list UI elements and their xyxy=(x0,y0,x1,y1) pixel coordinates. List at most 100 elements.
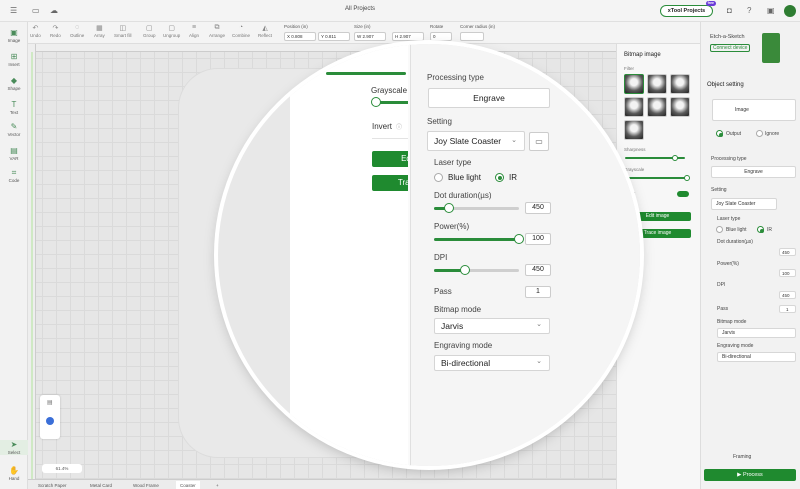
mag-blue-light-label: Blue light xyxy=(448,173,481,182)
ir-label: IR xyxy=(767,227,772,233)
invert-toggle[interactable] xyxy=(677,191,689,197)
dpi-input[interactable]: 450 xyxy=(779,291,796,299)
insert-icon: ⊞ xyxy=(10,52,18,61)
xtool-projects-button[interactable]: xTool Projects free xyxy=(660,1,716,17)
sidebar-item-var[interactable]: ▤ VAR xyxy=(0,146,28,161)
filter-thumb-5[interactable] xyxy=(647,97,667,117)
connect-device-button[interactable]: Connect device xyxy=(710,44,751,52)
power-input[interactable]: 100 xyxy=(779,269,796,277)
blue-light-radio[interactable] xyxy=(716,226,723,233)
grayscale-knob[interactable] xyxy=(684,175,690,181)
mag-bitmap-mode-select[interactable]: Jarvis ⌄ xyxy=(434,318,550,334)
tab-scratch-paper[interactable]: Scratch Paper xyxy=(34,481,71,489)
help-icon[interactable]: ? xyxy=(747,6,751,15)
align-button[interactable]: ≡ Align xyxy=(189,24,199,38)
mag-dot-duration-input[interactable]: 450 xyxy=(525,202,551,214)
group-button[interactable]: ▢ Group xyxy=(143,24,156,38)
ungroup-button[interactable]: ▢ Ungroup xyxy=(163,24,180,38)
mag-power-knob[interactable] xyxy=(514,234,524,244)
window-title: All Projects xyxy=(344,6,375,12)
select-icon: ➤ xyxy=(10,440,18,449)
mag-grayscale-knob-left[interactable] xyxy=(371,97,381,107)
sidebar-item-insert[interactable]: ⊞ Insert xyxy=(0,52,28,67)
mag-power-label: Power(%) xyxy=(434,222,470,231)
sharpness-knob[interactable] xyxy=(672,155,678,161)
mag-pass-input[interactable]: 1 xyxy=(525,286,551,298)
mag-dpi-input[interactable]: 450 xyxy=(525,264,551,276)
sidebar-item-select[interactable]: ➤ Select xyxy=(0,440,28,455)
filter-thumb-2[interactable] xyxy=(647,74,667,94)
mag-laser-type-label: Laser type xyxy=(434,158,472,167)
undo-icon: ↶ xyxy=(32,25,39,32)
tab-coaster[interactable]: Coaster xyxy=(176,481,200,489)
position-x-input[interactable]: X 0.808 xyxy=(284,32,316,41)
smart-fill-button[interactable]: ◫ Smart fill xyxy=(114,24,132,38)
mag-sharpness-slider[interactable] xyxy=(326,72,406,75)
framing-button[interactable]: Framing xyxy=(733,454,751,460)
left-sidebar: ▣ Image ⊞ Insert ◆ Shape T Text ✎ Vector ▤ VAR… xyxy=(0,22,28,489)
magnifier-lens: Grayscale Invert ⓘ Edit image Trace imag… xyxy=(218,44,640,466)
process-button[interactable]: ▶ Process xyxy=(704,469,796,481)
color-dot-icon[interactable] xyxy=(46,417,54,425)
arrange-button[interactable]: ⧉ Arrange xyxy=(209,24,225,38)
filter-thumb-6[interactable] xyxy=(670,97,690,117)
sidebar-item-vector[interactable]: ✎ Vector xyxy=(0,122,28,137)
pass-input[interactable]: 1 xyxy=(779,305,796,313)
camera-icon[interactable]: ◘ xyxy=(727,6,732,15)
redo-button[interactable]: ↷ Redo xyxy=(50,24,61,38)
corner-radius-input[interactable] xyxy=(460,32,484,41)
setting-library-icon[interactable]: ▭ xyxy=(529,132,549,151)
mag-power-input[interactable]: 100 xyxy=(525,233,551,245)
width-input[interactable]: W 2.907 xyxy=(354,32,386,41)
sidebar-item-code[interactable]: ⌗ Code xyxy=(0,168,28,183)
rotate-input[interactable]: 0 xyxy=(430,32,452,41)
mag-dpi-knob[interactable] xyxy=(460,265,470,275)
output-label: Output xyxy=(726,131,742,137)
add-tab-button[interactable]: + xyxy=(212,481,223,489)
outline-button[interactable]: ◌ Outline xyxy=(70,24,84,38)
mag-ir-radio[interactable] xyxy=(495,173,504,182)
engraving-mode-select[interactable]: Bi-directional xyxy=(717,352,796,362)
zoom-value: 61.4% xyxy=(55,466,69,471)
right-panel: Etch-a-Sketch Connect device Object sett… xyxy=(700,22,800,489)
tab-metal-card[interactable]: Metal Card xyxy=(86,481,116,489)
text-icon: T xyxy=(11,100,17,109)
height-input[interactable]: H 2.907 xyxy=(392,32,424,41)
setting-select[interactable]: Joy Slate Coaster xyxy=(711,198,777,210)
size-label: Size (in) xyxy=(354,24,371,29)
sidebar-item-shape[interactable]: ◆ Shape xyxy=(0,76,28,91)
sidebar-item-hand[interactable]: ✋ Hand xyxy=(0,466,28,481)
mag-blue-light-radio[interactable] xyxy=(434,173,443,182)
undo-button[interactable]: ↶ Undo xyxy=(30,24,41,38)
sidebar-item-text[interactable]: T Text xyxy=(0,100,28,115)
avatar[interactable] xyxy=(784,5,796,17)
processing-type-value[interactable]: Engrave xyxy=(711,166,796,178)
title-bar: ☰ ▭ ☁ All Projects xTool Projects free ◘… xyxy=(0,0,800,22)
mag-power-slider[interactable] xyxy=(434,238,519,241)
output-radio[interactable] xyxy=(716,130,723,137)
layers-icon[interactable]: ▤ xyxy=(47,399,53,406)
filter-thumb-3[interactable] xyxy=(670,74,690,94)
var-icon: ▤ xyxy=(10,146,18,155)
dot-duration-input[interactable]: 450 xyxy=(779,248,796,256)
bitmap-mode-select[interactable]: Jarvis xyxy=(717,328,796,338)
zoom-control[interactable]: 61.4% xyxy=(42,464,82,473)
mag-processing-type-value[interactable]: Engrave xyxy=(428,88,550,108)
info-icon[interactable]: ⓘ xyxy=(396,122,402,131)
ir-radio[interactable] xyxy=(757,226,764,233)
mag-setting-select[interactable]: Joy Slate Coaster ⌄ xyxy=(427,131,525,151)
position-y-input[interactable]: Y 0.811 xyxy=(318,32,350,41)
power-label: Power(%) xyxy=(717,261,739,267)
reflect-button[interactable]: ◭ Reflect xyxy=(258,24,272,38)
shop-icon[interactable]: ▣ xyxy=(767,6,775,15)
guide-line xyxy=(31,52,33,479)
mag-dot-duration-knob[interactable] xyxy=(444,203,454,213)
tab-wood-frame[interactable]: Wood Frame xyxy=(129,481,163,489)
combine-button[interactable]: ◔ Combine xyxy=(232,24,250,38)
mag-engraving-mode-select[interactable]: Bi-directional ⌄ xyxy=(434,355,550,371)
layer-box[interactable]: ▤ xyxy=(40,395,60,439)
sidebar-item-image[interactable]: ▣ Image xyxy=(0,28,28,43)
shape-icon: ◆ xyxy=(10,76,18,85)
array-button[interactable]: ▦ Array xyxy=(94,24,105,38)
ignore-radio[interactable] xyxy=(756,130,763,137)
